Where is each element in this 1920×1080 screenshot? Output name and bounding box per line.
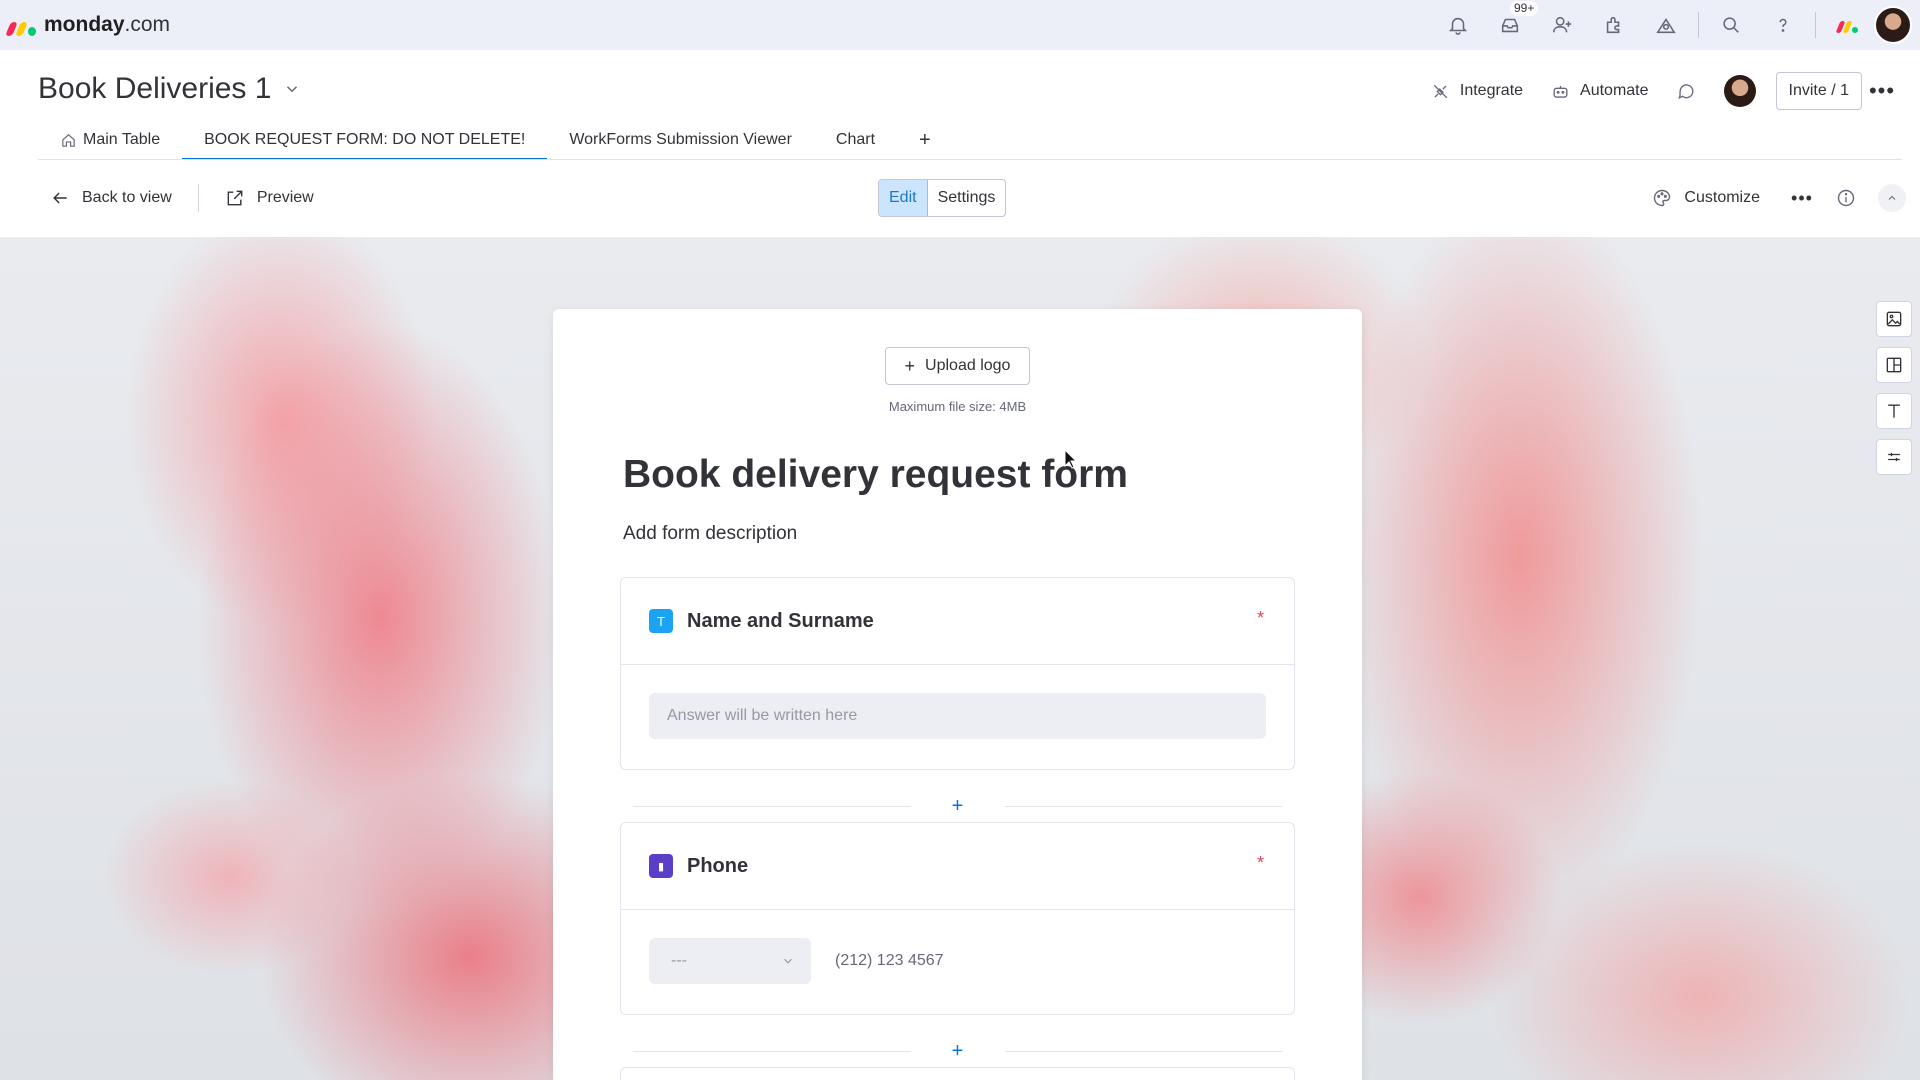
- form-more-options-icon[interactable]: •••: [1780, 179, 1824, 217]
- chat-bubble-icon: [1677, 83, 1694, 99]
- invite-label: Invite / 1: [1788, 82, 1849, 99]
- tab-label: WorkForms Submission Viewer: [569, 131, 792, 148]
- integrate-icon: [1433, 84, 1448, 98]
- palette-icon: [1654, 189, 1671, 207]
- back-to-view-label: Back to view: [82, 189, 172, 206]
- tabs-divider: [38, 159, 1902, 160]
- chevron-down-icon: [287, 86, 298, 93]
- monday-logo-icon: [5, 14, 36, 36]
- board-title-text: Book Deliveries 1: [38, 72, 272, 105]
- form-title[interactable]: Book delivery request form: [623, 453, 1128, 497]
- add-question-button[interactable]: +: [911, 795, 1005, 818]
- collapse-header-icon[interactable]: [1878, 184, 1906, 212]
- back-to-view-button[interactable]: Back to view: [42, 180, 180, 216]
- view-tabs: Main Table BOOK REQUEST FORM: DO NOT DEL…: [38, 120, 953, 160]
- board-title[interactable]: Book Deliveries 1: [38, 72, 301, 106]
- mouse-cursor-icon: [1064, 449, 1078, 469]
- external-link-icon: [227, 190, 243, 206]
- question-phone[interactable]: ▮ Phone * --- (212) 123 4567: [620, 822, 1295, 1015]
- help-icon[interactable]: [1757, 0, 1809, 50]
- chevron-down-icon: [784, 958, 792, 964]
- board-more-options-icon[interactable]: •••: [1862, 78, 1902, 104]
- customize-button[interactable]: Customize: [1644, 180, 1768, 216]
- country-code-value: ---: [671, 952, 687, 969]
- top-bar-divider: [1698, 12, 1699, 38]
- search-icon[interactable]: [1705, 0, 1757, 50]
- sliders-icon[interactable]: [1876, 439, 1912, 475]
- automate-label: Automate: [1580, 82, 1649, 99]
- settings-tab-button[interactable]: Settings: [928, 180, 1006, 216]
- top-bar-divider-2: [1815, 12, 1816, 38]
- inbox-badge: 99+: [1510, 1, 1539, 16]
- brand-name: monday.com: [44, 13, 171, 36]
- background-image-icon[interactable]: [1876, 301, 1912, 337]
- product-switcher-icon[interactable]: [1822, 0, 1874, 50]
- upload-logo-button[interactable]: + Upload logo: [885, 347, 1030, 385]
- text-question-icon: T: [649, 609, 673, 633]
- robot-icon: [1553, 85, 1568, 98]
- preview-label: Preview: [256, 189, 314, 206]
- integrate-label: Integrate: [1459, 82, 1524, 99]
- info-icon[interactable]: [1824, 179, 1868, 217]
- toolbar-divider: [197, 184, 199, 212]
- automate-button[interactable]: Automate: [1537, 72, 1662, 110]
- customize-label: Customize: [1684, 189, 1760, 206]
- monday-logo[interactable]: monday.com: [5, 13, 171, 37]
- question-label: Phone: [687, 854, 749, 877]
- tab-label: BOOK REQUEST FORM: DO NOT DELETE!: [204, 131, 526, 148]
- form-description[interactable]: Add form description: [623, 523, 797, 545]
- add-question-divider-2: +: [633, 1040, 1282, 1063]
- add-view-button[interactable]: +: [897, 120, 953, 160]
- plus-icon: +: [904, 355, 916, 376]
- apps-marketplace-icon[interactable]: [1588, 0, 1640, 50]
- add-question-button-2[interactable]: +: [911, 1040, 1005, 1063]
- invite-button[interactable]: Invite / 1: [1775, 72, 1862, 110]
- form-side-toolbar: [1876, 301, 1912, 475]
- updates-button[interactable]: [1663, 72, 1710, 110]
- phone-question-icon: ▮: [649, 854, 673, 878]
- layout-icon[interactable]: [1876, 347, 1912, 383]
- tab-label: Chart: [835, 131, 876, 148]
- tab-main-table[interactable]: Main Table: [38, 120, 182, 160]
- arrow-left-icon: [53, 192, 67, 204]
- name-answer-field[interactable]: Answer will be written here: [649, 693, 1266, 739]
- invite-members-icon[interactable]: [1536, 0, 1588, 50]
- edit-settings-toggle: Edit Settings: [878, 179, 1007, 217]
- templates-icon[interactable]: [1640, 0, 1692, 50]
- next-question-card[interactable]: [620, 1067, 1295, 1080]
- board-member-avatar[interactable]: [1723, 75, 1756, 107]
- top-bar: monday.com 99+: [0, 0, 1920, 50]
- question-name-and-surname[interactable]: T Name and Surname * Answer will be writ…: [620, 577, 1295, 770]
- edit-tab-button[interactable]: Edit: [879, 180, 928, 216]
- upload-logo-label: Upload logo: [925, 357, 1011, 374]
- country-code-select[interactable]: ---: [649, 938, 811, 984]
- integrate-button[interactable]: Integrate: [1417, 72, 1537, 110]
- inbox-icon[interactable]: 99+: [1484, 0, 1539, 50]
- tab-label: Main Table: [83, 131, 161, 148]
- tab-workforms-submission-viewer[interactable]: WorkForms Submission Viewer: [547, 120, 814, 160]
- question-label: Name and Surname: [687, 609, 874, 632]
- tab-chart[interactable]: Chart: [814, 120, 897, 160]
- phone-number-field[interactable]: (212) 123 4567: [835, 952, 944, 970]
- home-icon: [62, 133, 75, 147]
- form-card: + Upload logo Maximum file size: 4MB Boo…: [553, 309, 1362, 1080]
- notifications-bell-icon[interactable]: [1432, 0, 1484, 50]
- add-question-divider: +: [633, 795, 1282, 818]
- max-file-size-hint: Maximum file size: 4MB: [888, 399, 1027, 414]
- required-marker: *: [1256, 853, 1264, 873]
- preview-button[interactable]: Preview: [217, 180, 322, 216]
- tab-book-request-form[interactable]: BOOK REQUEST FORM: DO NOT DELETE!: [182, 120, 548, 160]
- user-avatar[interactable]: [1874, 6, 1912, 44]
- text-format-icon[interactable]: [1876, 393, 1912, 429]
- required-marker: *: [1256, 608, 1264, 628]
- add-view-label: +: [919, 128, 931, 151]
